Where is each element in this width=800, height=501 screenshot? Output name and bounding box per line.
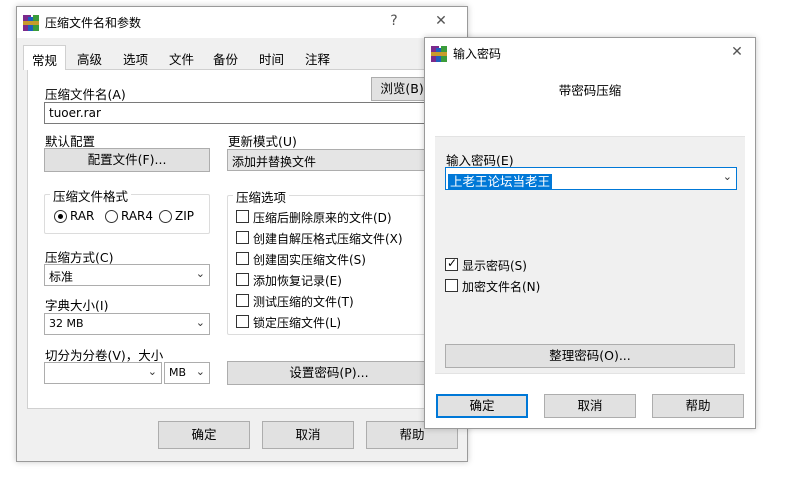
method-select[interactable]: 标准 ⌄: [44, 264, 210, 286]
tab-options[interactable]: 选项: [115, 45, 156, 69]
archive-settings-window: 压缩文件名和参数 ? ✕ 常规 高级 选项 文件 备份 时间 注释 压缩文件名(…: [16, 6, 468, 462]
password-titlebar: 输入密码 ✕: [425, 38, 755, 69]
show-password-label: 显示密码(S): [462, 259, 527, 273]
option-test-checkbox[interactable]: [236, 294, 249, 307]
help-title-button[interactable]: ?: [379, 13, 409, 29]
profiles-button[interactable]: 配置文件(F)...: [44, 148, 210, 172]
encrypt-filenames-label: 加密文件名(N): [462, 280, 541, 294]
option-solid-checkbox[interactable]: [236, 252, 249, 265]
archive-options-title: 压缩选项: [233, 187, 290, 206]
split-size-select[interactable]: ⌄: [44, 362, 162, 384]
close-icon[interactable]: ✕: [426, 13, 456, 29]
update-mode-label: 更新模式(U): [228, 134, 297, 149]
tab-time[interactable]: 时间: [251, 45, 292, 69]
password-heading: 带密码压缩: [558, 83, 622, 98]
tab-files[interactable]: 文件: [161, 45, 202, 69]
winrar-icon: [23, 15, 39, 31]
checkmark-icon: ✓: [447, 256, 458, 270]
tab-advanced[interactable]: 高级: [69, 45, 110, 69]
password-cancel-button[interactable]: 取消: [544, 394, 636, 418]
format-rar-radio[interactable]: [54, 210, 67, 223]
password-help-button[interactable]: 帮助: [652, 394, 744, 418]
option-delete-after-label: 压缩后删除原来的文件(D): [253, 211, 392, 225]
option-solid-label: 创建固实压缩文件(S): [253, 253, 366, 267]
update-mode-value: 添加并替换文件: [232, 155, 317, 169]
update-mode-select[interactable]: 添加并替换文件: [227, 149, 453, 171]
show-password-checkbox[interactable]: ✓: [445, 256, 458, 271]
chevron-down-icon: ⌄: [195, 316, 205, 329]
password-dialog-title: 输入密码: [453, 47, 502, 61]
option-lock-checkbox[interactable]: [236, 315, 249, 328]
option-test-label: 测试压缩的文件(T): [253, 295, 354, 309]
format-zip-radio[interactable]: [159, 210, 172, 223]
tab-backup[interactable]: 备份: [205, 45, 246, 69]
main-window-title: 压缩文件名和参数: [45, 16, 142, 30]
dictionary-label: 字典大小(I): [45, 298, 109, 313]
organize-passwords-button[interactable]: 整理密码(O)...: [445, 344, 735, 368]
archive-name-field[interactable]: tuoer.rar: [44, 102, 453, 124]
password-input[interactable]: 上老王论坛当老王 ⌄: [445, 167, 737, 190]
winrar-icon: [431, 46, 447, 62]
archive-name-label: 压缩文件名(A): [45, 87, 126, 102]
main-titlebar: 压缩文件名和参数 ? ✕: [17, 7, 467, 38]
password-input-value: 上老王论坛当老王: [448, 174, 553, 189]
dictionary-value: 32 MB: [49, 317, 84, 330]
format-rar-label: RAR: [70, 209, 95, 223]
main-cancel-button[interactable]: 取消: [262, 421, 354, 449]
chevron-down-icon: ⌄: [195, 365, 205, 378]
split-unit-value: MB: [169, 366, 187, 379]
option-sfx-checkbox[interactable]: [236, 231, 249, 244]
chevron-down-icon: ⌄: [195, 267, 205, 280]
method-value: 标准: [49, 270, 74, 284]
set-password-button[interactable]: 设置密码(P)...: [227, 361, 431, 385]
archive-format-title: 压缩文件格式: [50, 186, 132, 205]
format-rar4-label: RAR4: [121, 209, 154, 223]
chevron-down-icon: ⌄: [722, 170, 732, 183]
option-recovery-label: 添加恢复记录(E): [253, 274, 342, 288]
option-lock-label: 锁定压缩文件(L): [253, 316, 342, 330]
option-sfx-label: 创建自解压格式压缩文件(X): [253, 232, 403, 246]
password-ok-button[interactable]: 确定: [436, 394, 528, 418]
encrypt-filenames-checkbox[interactable]: [445, 279, 458, 292]
dictionary-select[interactable]: 32 MB ⌄: [44, 313, 210, 335]
main-ok-button[interactable]: 确定: [158, 421, 250, 449]
close-icon[interactable]: ✕: [722, 44, 752, 60]
format-rar4-radio[interactable]: [105, 210, 118, 223]
option-delete-after-checkbox[interactable]: [236, 210, 249, 223]
split-unit-select[interactable]: MB ⌄: [164, 362, 210, 384]
format-zip-label: ZIP: [175, 209, 194, 223]
chevron-down-icon: ⌄: [147, 365, 157, 378]
password-dialog: 输入密码 ✕ 带密码压缩 输入密码(E) 上老王论坛当老王 ⌄ ✓ 显示密码(S…: [424, 37, 756, 429]
tab-general[interactable]: 常规: [23, 45, 67, 70]
tab-strip: 常规 高级 选项 文件 备份 时间 注释: [23, 45, 463, 70]
tab-comment[interactable]: 注释: [297, 45, 338, 69]
option-recovery-checkbox[interactable]: [236, 273, 249, 286]
